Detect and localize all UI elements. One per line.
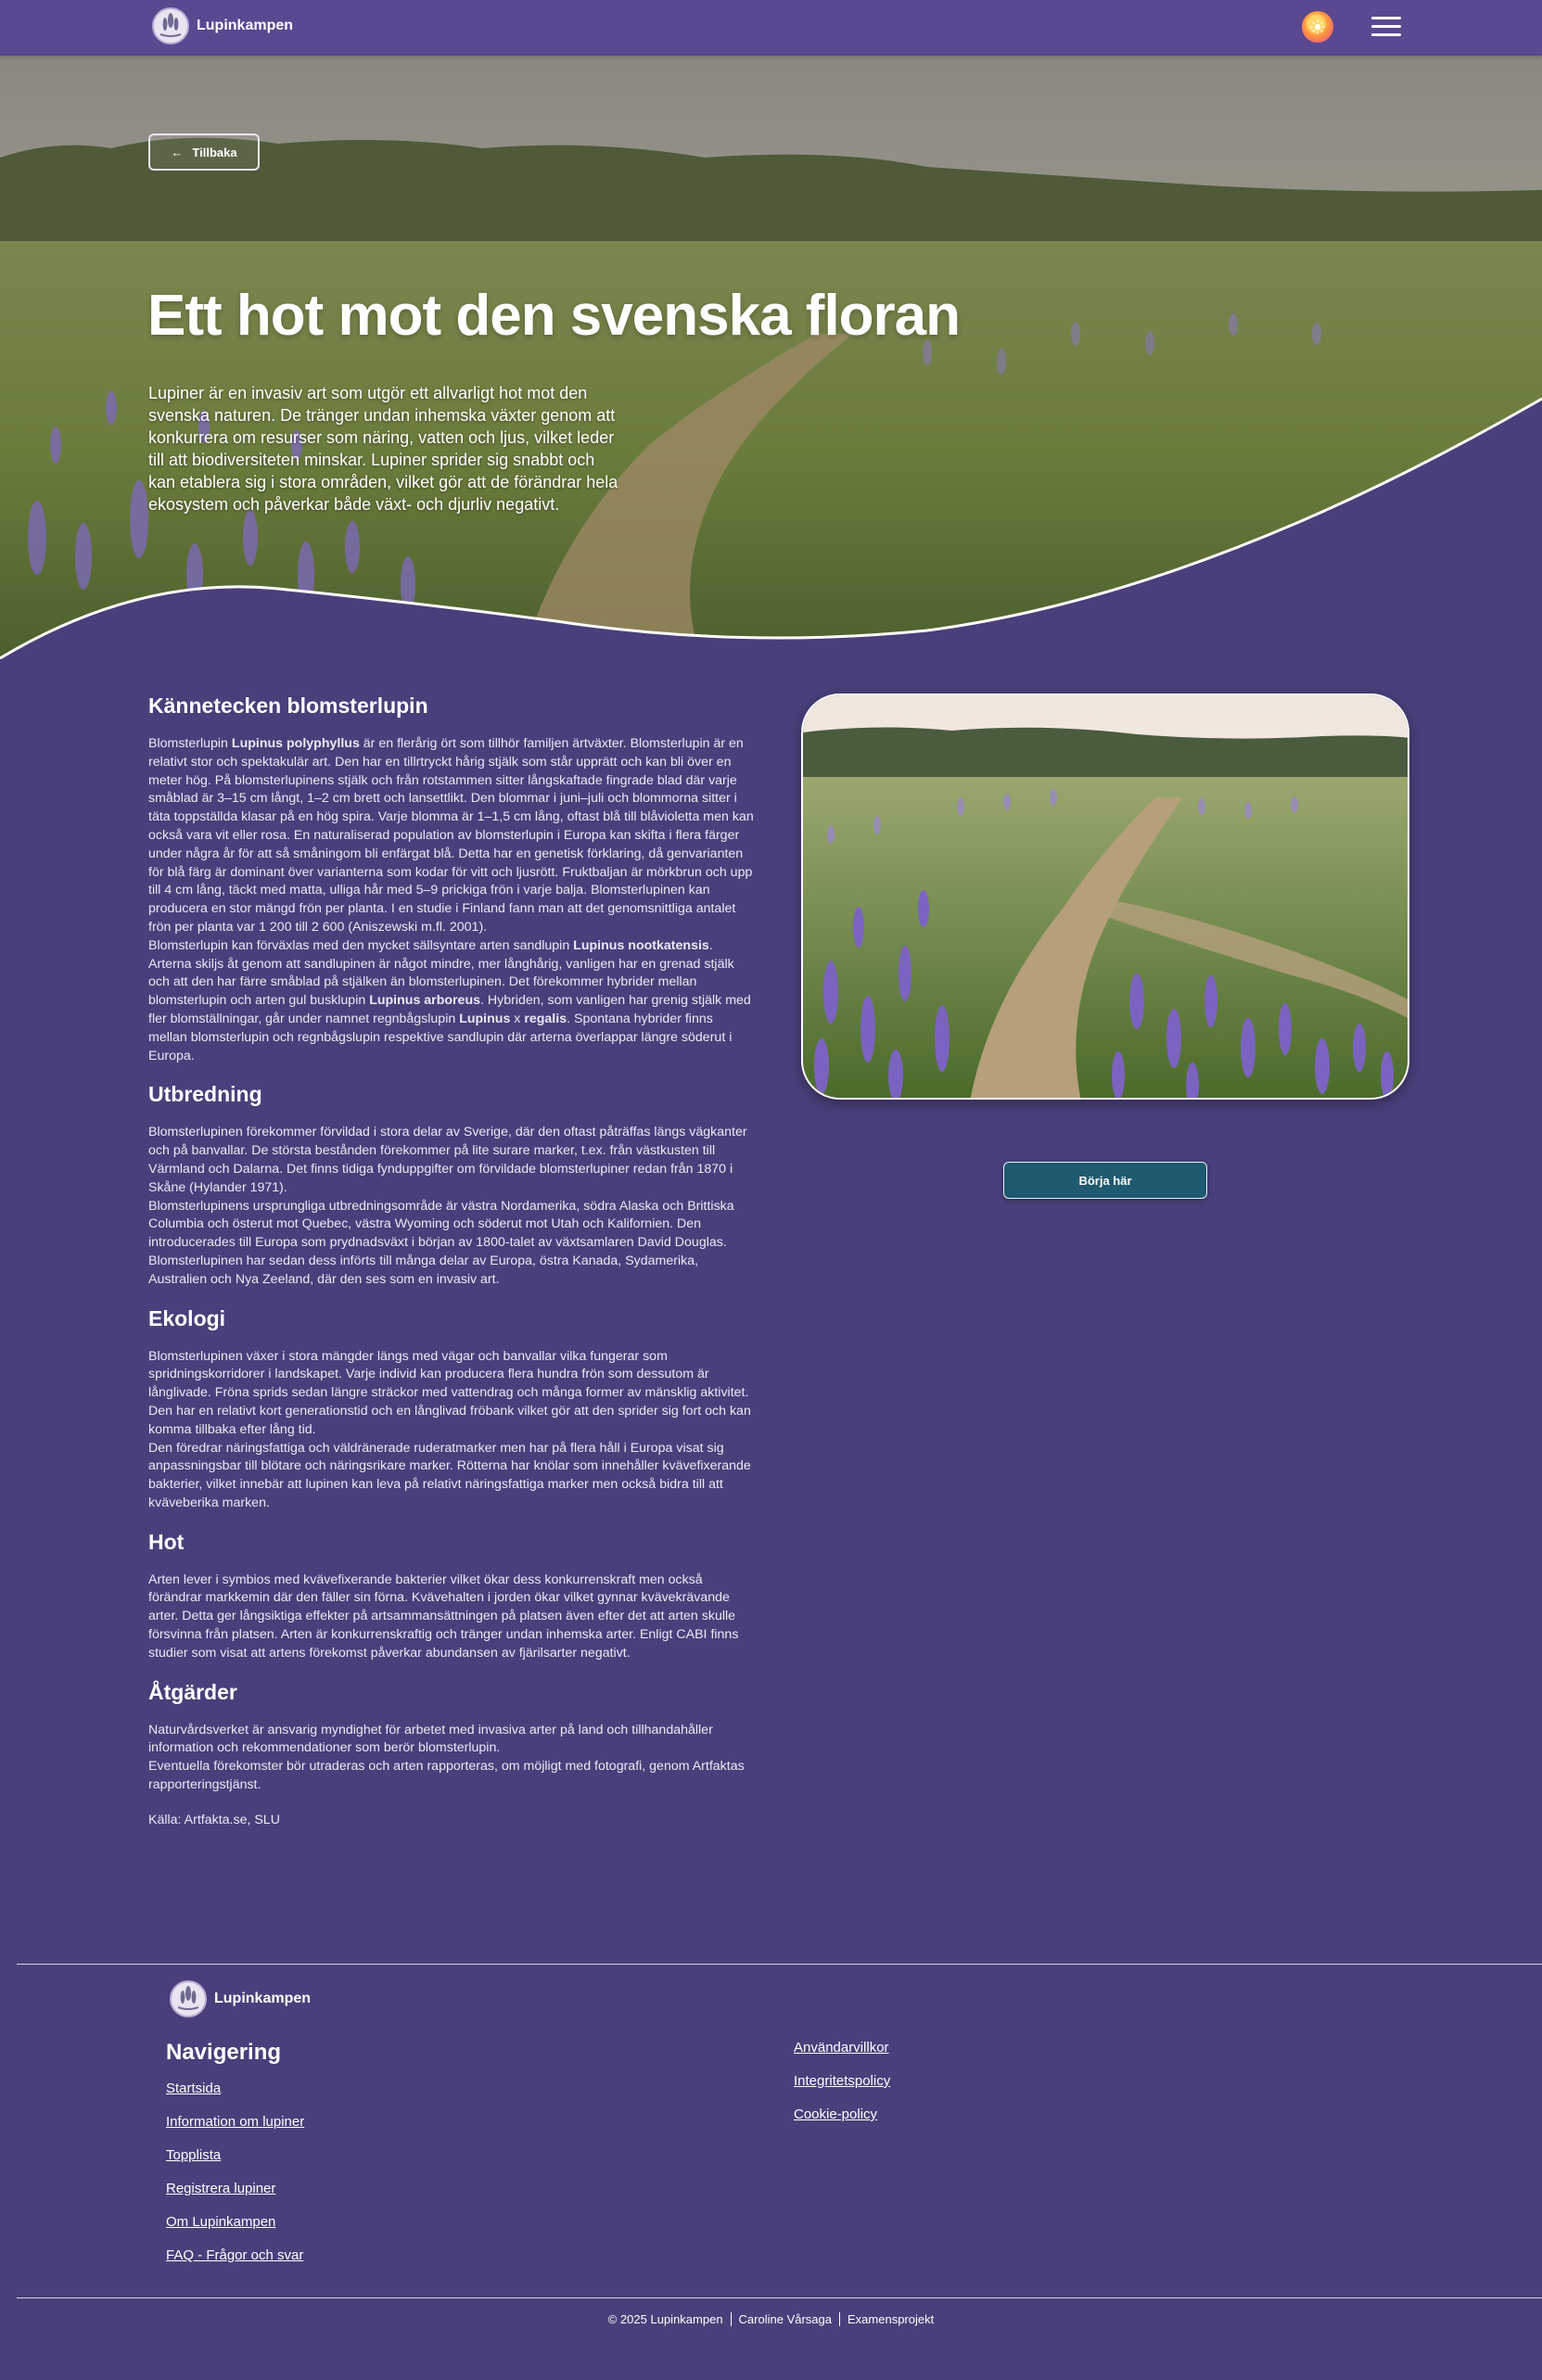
lupin-field-photo [801,694,1409,1100]
footer-legal-list: Användarvillkor Integritetspolicy Cookie… [794,2040,890,2140]
footer-link-topplista[interactable]: Topplista [166,2147,221,2163]
section-paragraph: Blomsterlupinen växer i stora mängder lä… [148,1348,751,1437]
sun-icon [1310,19,1325,34]
source-text: Källa: Artfakta.se, SLU [148,1812,280,1827]
footer-link-faq[interactable]: FAQ - Frågor och svar [166,2247,303,2263]
copyright-text: © 2025 Lupinkampen [607,2312,723,2326]
footer-link-terms[interactable]: Användarvillkor [794,2040,889,2055]
section-title: Utbredning [148,1082,262,1107]
section-paragraph: Blomsterlupinen förekommer förvildad i s… [148,1125,747,1195]
footer-nav-title: Navigering [166,2040,282,2065]
arrow-left-icon: ← [171,145,184,159]
brand-link[interactable]: Lupinkampen [152,7,293,45]
section-paragraph: Blomsterlupin kan förväxlas med den myck… [148,937,751,1063]
project-label: Examensprojekt [839,2312,942,2326]
back-button[interactable]: ← Tillbaka [148,134,260,171]
section-paragraph: Eventuella förekomster bör utraderas och… [148,1759,745,1793]
theme-toggle-button[interactable] [1302,11,1333,43]
author-name: Caroline Vårsaga [730,2312,839,2326]
page-title: Ett hot mot den svenska floran [147,284,961,348]
section-paragraph: Den föredrar näringsfattiga och väldräne… [148,1440,751,1510]
section-kannetecken: Kännetecken blomsterlupin Blomsterlupin … [148,694,755,1065]
back-button-label: Tillbaka [192,145,237,159]
section-title: Hot [148,1529,185,1554]
section-utbredning: Utbredning Blomsterlupinen förekommer fö… [148,1082,755,1289]
top-navbar: Lupinkampen [0,0,1542,56]
lupin-logo-icon [170,1980,207,2017]
section-paragraph: Naturvårdsverket är ansvarig myndighet f… [148,1722,713,1756]
footer-divider [17,1964,1542,1965]
hero-section: ← Tillbaka Ett hot mot den svenska flora… [0,56,1542,668]
hamburger-icon[interactable] [1371,17,1401,37]
section-paragraph: Blomsterlupinens ursprungliga utbredning… [148,1198,734,1287]
start-here-button[interactable]: Börja här [1003,1162,1207,1199]
footer-brand-name: Lupinkampen [214,1991,312,2006]
article-content: Kännetecken blomsterlupin Blomsterlupin … [148,694,755,1847]
footer-bottom-divider [17,2297,1542,2298]
footer-link-startsida[interactable]: Startsida [166,2081,221,2096]
section-atgarder: Åtgärder Naturvårdsverket är ansvarig my… [148,1680,755,1830]
footer-link-privacy[interactable]: Integritetspolicy [794,2073,890,2089]
section-title: Ekologi [148,1305,226,1330]
footer-link-om[interactable]: Om Lupinkampen [166,2214,275,2230]
footer-link-information[interactable]: Information om lupiner [166,2114,304,2130]
lupin-logo-icon [152,7,189,45]
section-ekologi: Ekologi Blomsterlupinen växer i stora mä… [148,1306,755,1513]
footer-link-registrera[interactable]: Registrera lupiner [166,2181,275,2196]
section-paragraph: Arten lever i symbios med kvävefixerande… [148,1572,739,1661]
section-paragraph: Blomsterlupin Lupinus polyphyllus är en … [148,736,754,935]
section-title: Åtgärder [148,1679,237,1704]
hero-intro-text: Lupiner är en invasiv art som utgör ett … [148,384,618,514]
footer-brand-link[interactable]: Lupinkampen [170,1980,311,2017]
copyright-bar: © 2025 Lupinkampen Caroline Vårsaga Examen… [0,2312,1542,2326]
footer-link-cookies[interactable]: Cookie-policy [794,2106,877,2122]
brand-name: Lupinkampen [197,18,294,33]
section-hot: Hot Arten lever i symbios med kvävefixer… [148,1530,755,1663]
section-title: Kännetecken blomsterlupin [148,694,428,718]
footer-nav-list: Startsida Information om lupiner Topplis… [166,2081,304,2281]
